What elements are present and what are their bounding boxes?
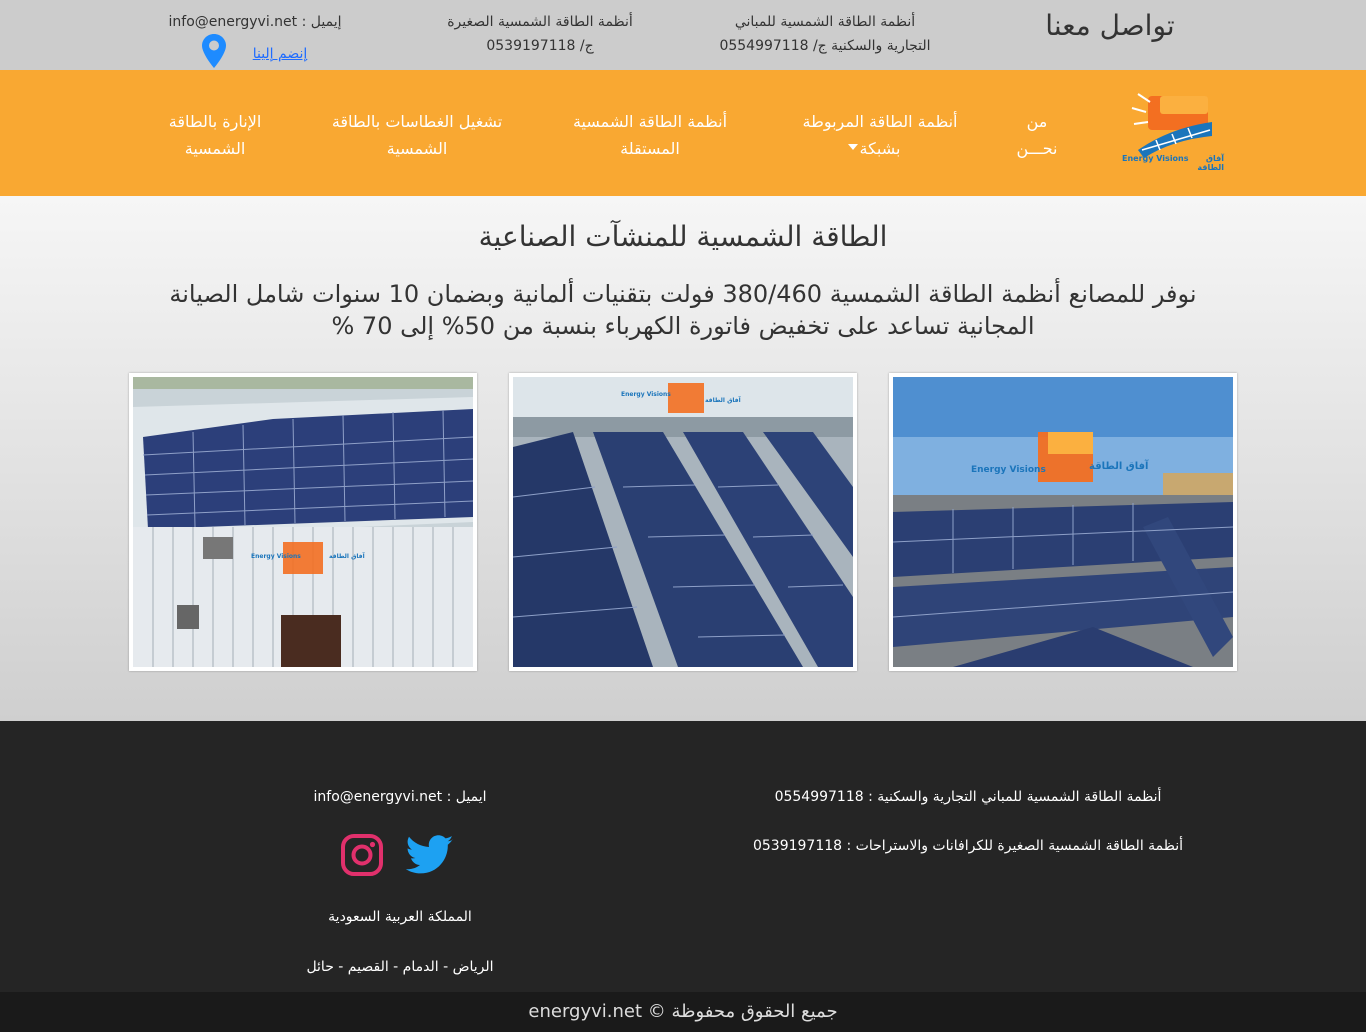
copyright-bar: جميع الحقوق محفوظة © energyvi.net: [0, 992, 1366, 1032]
footer-small-systems-phone: أنظمة الطاقة الشمسية الصغيرة للكرافانات …: [752, 838, 1184, 854]
footer-buildings-phone: أنظمة الطاقة الشمسية للمباني التجارية وا…: [774, 789, 1162, 805]
photo-watermark-en: Energy Visions: [621, 391, 671, 398]
location-pin-icon[interactable]: [202, 34, 226, 68]
project-photo-3[interactable]: Energy Visions آفاق الطاقة: [889, 373, 1237, 671]
site-footer: أنظمة الطاقة الشمسية للمباني التجارية وا…: [0, 721, 1366, 1032]
logo-text-en: Energy Visions: [1122, 154, 1189, 163]
main-navbar: Energy Visions آفاق الطاقة من نحـــن أنظ…: [0, 70, 1366, 196]
buildings-contact: أنظمة الطاقة الشمسية للمباني التجارية وا…: [700, 10, 950, 58]
brand-logo[interactable]: Energy Visions آفاق الطاقة: [1120, 92, 1224, 176]
footer-cities: الرياض - الدمام - القصيم - حائل: [306, 959, 494, 975]
twitter-icon[interactable]: [405, 834, 454, 876]
small-systems-contact: أنظمة الطاقة الشمسية الصغيرة ج/ 05391971…: [420, 10, 660, 58]
small-systems-line2: ج/ 0539197118: [486, 38, 594, 54]
topbar-email[interactable]: إيميل : info@energyvi.net: [150, 10, 360, 34]
nav-off-grid-systems[interactable]: أنظمة الطاقة الشمسية المستقلة: [550, 108, 750, 162]
instagram-icon[interactable]: [341, 834, 383, 876]
photo-watermark-ar: آفاق الطاقة: [329, 553, 365, 560]
top-contact-bar: تواصل معنا أنظمة الطاقة الشمسية للمباني …: [0, 0, 1366, 70]
photo-watermark-ar: آفاق الطاقة: [705, 397, 741, 404]
nav-about-us[interactable]: من نحـــن: [1000, 108, 1074, 162]
footer-country: المملكة العربية السعودية: [328, 909, 472, 925]
photo-watermark-en: Energy Visions: [971, 465, 1046, 475]
caret-down-icon: [848, 144, 858, 150]
page-title: الطاقة الشمسية للمنشآت الصناعية: [478, 220, 888, 253]
project-photo-1[interactable]: Energy Visions آفاق الطاقة: [129, 373, 477, 671]
photo-watermark-en: Energy Visions: [251, 553, 301, 560]
buildings-contact-line1: أنظمة الطاقة الشمسية للمباني: [734, 14, 916, 30]
logo-text-ar: آفاق الطاقة: [1197, 154, 1224, 172]
join-us-link[interactable]: إنضم إلينا: [240, 46, 320, 62]
page-subtitle: نوفر للمصانع أنظمة الطاقة الشمسية 380/46…: [169, 280, 1197, 340]
photo-watermark-ar: آفاق الطاقة: [1089, 461, 1149, 472]
nav-solar-lighting[interactable]: الإنارة بالطاقة الشمسية: [140, 108, 290, 162]
project-photo-2[interactable]: Energy Visions آفاق الطاقة: [509, 373, 857, 671]
footer-email[interactable]: ايميل : info@energyvi.net: [250, 789, 550, 805]
nav-solar-pumps[interactable]: تشغيل الغطاسات بالطاقة الشمسية: [312, 108, 522, 162]
buildings-contact-line2: التجارية والسكنية ج/ 0554997118: [719, 38, 931, 54]
small-systems-line1: أنظمة الطاقة الشمسية الصغيرة: [447, 14, 633, 30]
nav-grid-tied-systems[interactable]: أنظمة الطاقة المربوطة بشبكة: [780, 108, 980, 162]
contact-title: تواصل معنا: [1045, 9, 1175, 42]
